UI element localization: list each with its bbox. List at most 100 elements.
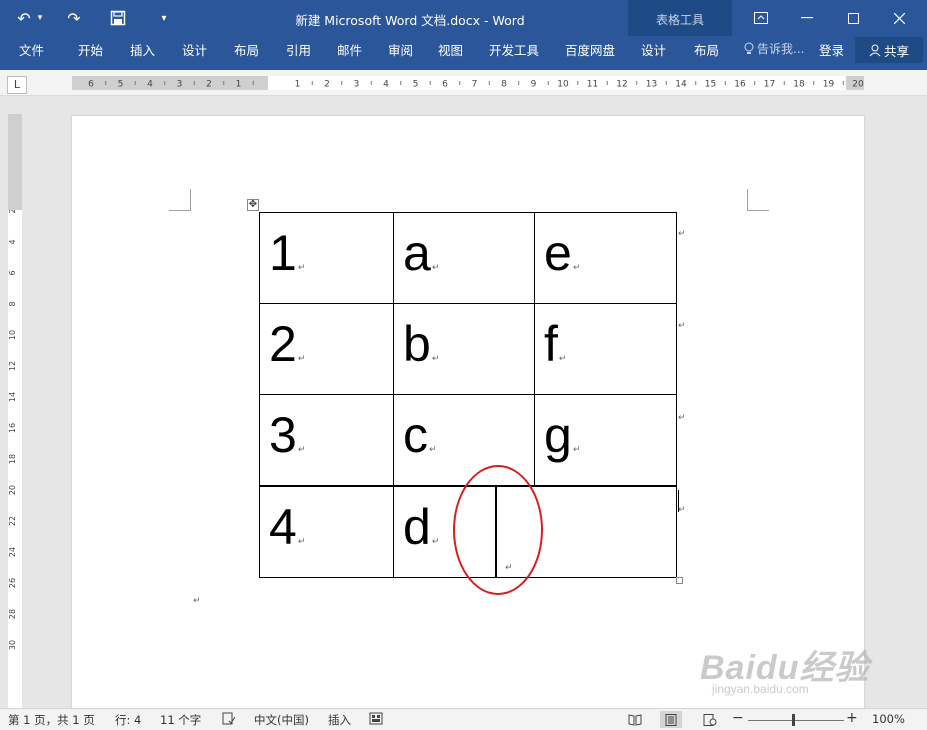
red-annotation-ellipse [453,465,543,595]
macro-record-icon[interactable] [369,712,383,728]
ruler-label: 2 [324,80,330,90]
tab-baidu-netdisk[interactable]: 百度网盘 [565,40,615,59]
vruler-label: 4 [8,239,17,244]
watermark-url: jingyan.baidu.com [712,682,809,696]
vruler-label: 6 [8,270,17,275]
table-cell[interactable]: a↵ [393,212,535,304]
vertical-ruler[interactable]: 64224681012141618202224262830 [8,114,22,710]
vruler-label: 30 [8,640,17,650]
proofing-icon[interactable] [222,712,236,728]
minimize-icon[interactable] [784,0,830,36]
zoom-out-icon[interactable]: − [732,710,744,726]
ruler-label: 11 [587,80,598,90]
ruler-label: 3 [354,80,360,90]
zoom-slider-thumb[interactable] [792,714,795,726]
vruler-label: 12 [8,361,17,371]
table-cell[interactable]: 4↵ [259,486,394,578]
tell-me-box[interactable]: 告诉我... [744,40,804,57]
vruler-label: 16 [8,423,17,433]
customize-qat-icon[interactable]: ▾ [150,6,178,30]
web-layout-icon[interactable] [699,711,721,728]
tab-design[interactable]: 设计 [182,40,207,59]
language[interactable]: 中文(中国) [254,712,309,728]
end-of-row-mark: ↵ [678,413,686,423]
ruler-label: 15 [705,80,716,90]
person-icon [869,44,881,56]
ruler-label: 17 [764,80,775,90]
end-of-row-mark: ↵ [678,321,686,331]
horizontal-ruler[interactable]: 6 5 4 3 2 1 1 2 3 4 5 6 7 8 9 10 11 12 13 14 15 16 17 18 19 20 [72,76,864,90]
window-title: 新建 Microsoft Word 文档.docx - Word [295,13,525,28]
table-cell[interactable]: 3↵ [259,394,394,486]
paragraph-mark: ↵ [193,596,201,606]
share-label: 共享 [883,43,909,59]
tab-insert[interactable]: 插入 [130,40,155,59]
ruler-label: 6 [442,80,448,90]
margin-corner-top-left [169,189,191,211]
tab-view[interactable]: 视图 [438,40,463,59]
login-link[interactable]: 登录 [819,40,844,59]
table-cell[interactable]: e↵ [534,212,677,304]
share-button[interactable]: 共享 [855,37,923,63]
tab-table-design[interactable]: 设计 [641,40,666,59]
page-count[interactable]: 第 1 页，共 1 页 [8,712,95,728]
table-row: 2↵ b↵ f↵ [259,303,677,395]
tab-mailings[interactable]: 邮件 [337,40,362,59]
vruler-label: 22 [8,516,17,526]
ruler-label: 6 [88,80,94,90]
ruler-label: 4 [147,80,153,90]
ruler-label: 9 [531,80,537,90]
tab-selector[interactable]: L [7,76,27,94]
tab-table-layout[interactable]: 布局 [694,40,719,59]
word-count[interactable]: 11 个字 [160,712,201,728]
table-cell[interactable]: 1↵ [259,212,394,304]
print-layout-icon[interactable] [660,711,682,728]
ruler-label: 18 [793,80,805,90]
ruler-label: 7 [472,80,478,90]
maximize-icon[interactable] [830,0,876,36]
vruler-label: 20 [8,485,17,495]
tab-layout[interactable]: 布局 [234,40,259,59]
tab-references[interactable]: 引用 [286,40,311,59]
table-resize-handle[interactable] [676,577,683,584]
vruler-label: 18 [8,454,17,464]
ruler-label: 12 [616,80,627,90]
ribbon-display-icon[interactable] [738,0,784,36]
table-cell[interactable]: 2↵ [259,303,394,395]
vruler-margin [8,114,22,210]
close-icon[interactable] [876,0,922,36]
table-cell[interactable]: g↵ [534,394,677,486]
margin-corner-top-right [747,189,769,211]
ruler-label: 1 [236,80,242,90]
read-mode-icon[interactable] [624,711,646,728]
insert-mode[interactable]: 插入 [328,712,351,728]
vruler-label: 8 [8,301,17,306]
ruler-label: 5 [413,80,419,90]
ruler-label: 13 [646,80,657,90]
vruler-label: 24 [8,547,17,557]
end-of-row-mark: ↵ [678,505,686,515]
end-of-row-mark: ↵ [678,229,686,239]
tab-review[interactable]: 审阅 [388,40,413,59]
ruler-label: 1 [295,80,301,90]
tab-home[interactable]: 开始 [78,40,103,59]
zoom-slider-track[interactable] [748,720,844,721]
table-move-handle-icon[interactable]: ✥ [247,199,259,211]
ruler-label: 19 [823,80,835,90]
tab-file[interactable]: 文件 [19,40,44,59]
table-cell[interactable]: b↵ [393,303,535,395]
text-cursor [678,490,679,512]
redo-icon[interactable]: ↷ [60,6,88,30]
ruler-label: 8 [501,80,507,90]
save-icon[interactable] [104,6,132,30]
word-table[interactable]: 1↵ a↵ e↵ 2↵ b↵ f↵ 3↵ c↵ g↵ [259,212,677,486]
table-cell[interactable]: f↵ [534,303,677,395]
tab-developer[interactable]: 开发工具 [489,40,539,59]
ruler-ticks: 6 5 4 3 2 1 1 2 3 4 5 6 7 8 9 10 11 12 13 14 15 16 17 18 19 20 [88,80,864,90]
tell-me-text: 告诉我... [757,42,805,56]
ruler-label: 10 [557,80,569,90]
zoom-level[interactable]: 100% [872,712,905,726]
ruler-label: 4 [383,80,389,90]
zoom-in-icon[interactable]: + [846,710,858,726]
undo-dropdown-icon[interactable]: ▾ [34,6,46,30]
